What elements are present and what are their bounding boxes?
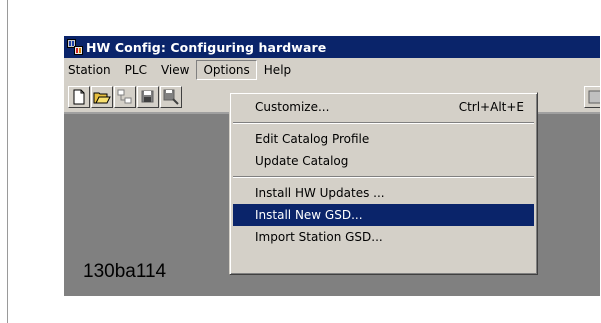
menu-help[interactable]: Help bbox=[257, 60, 298, 80]
options-dropdown-menu: Customize... Ctrl+Alt+E Edit Catalog Pro… bbox=[229, 92, 538, 275]
save-compile-button[interactable] bbox=[160, 86, 182, 108]
menu-item-edit-catalog-profile[interactable]: Edit Catalog Profile bbox=[233, 128, 534, 150]
save-icon bbox=[141, 90, 154, 103]
edit-catalog-profile-label: Edit Catalog Profile bbox=[255, 132, 370, 146]
install-new-gsd-label: Install New GSD... bbox=[255, 208, 363, 222]
import-station-gsd-label: Import Station GSD... bbox=[255, 230, 383, 244]
menu-options[interactable]: Options bbox=[196, 60, 257, 80]
install-hw-updates-label: Install HW Updates ... bbox=[255, 186, 385, 200]
menu-station[interactable]: Station bbox=[64, 60, 118, 80]
customize-label: Customize... bbox=[255, 100, 330, 114]
open-button[interactable] bbox=[91, 86, 113, 108]
download-button[interactable] bbox=[584, 86, 600, 108]
download-icon bbox=[588, 90, 600, 104]
hw-config-app-icon bbox=[67, 39, 83, 55]
menu-item-import-station-gsd[interactable]: Import Station GSD... bbox=[233, 226, 534, 248]
menu-item-install-new-gsd[interactable]: Install New GSD... bbox=[233, 204, 534, 226]
menu-separator bbox=[233, 122, 534, 124]
menu-item-install-hw-updates[interactable]: Install HW Updates ... bbox=[233, 182, 534, 204]
menu-bar: Station PLC View Options Help bbox=[64, 58, 600, 82]
save-compile-icon bbox=[163, 89, 179, 105]
menu-separator bbox=[233, 176, 534, 178]
new-button[interactable] bbox=[68, 86, 90, 108]
window-title: HW Config: Configuring hardware bbox=[86, 39, 327, 55]
station-properties-icon bbox=[117, 89, 132, 104]
station-properties-button[interactable] bbox=[114, 86, 136, 108]
menu-view[interactable]: View bbox=[154, 60, 196, 80]
title-bar[interactable]: HW Config: Configuring hardware bbox=[64, 36, 600, 58]
figure-id-label: 130ba114 bbox=[83, 261, 167, 282]
menu-plc[interactable]: PLC bbox=[118, 60, 154, 80]
customize-shortcut: Ctrl+Alt+E bbox=[458, 100, 524, 114]
save-button[interactable] bbox=[137, 86, 159, 108]
new-icon bbox=[73, 89, 85, 105]
open-icon bbox=[93, 92, 111, 104]
menu-item-customize[interactable]: Customize... Ctrl+Alt+E bbox=[233, 96, 534, 118]
menu-item-update-catalog[interactable]: Update Catalog bbox=[233, 150, 534, 172]
document-border-line bbox=[7, 0, 8, 323]
update-catalog-label: Update Catalog bbox=[255, 154, 349, 168]
